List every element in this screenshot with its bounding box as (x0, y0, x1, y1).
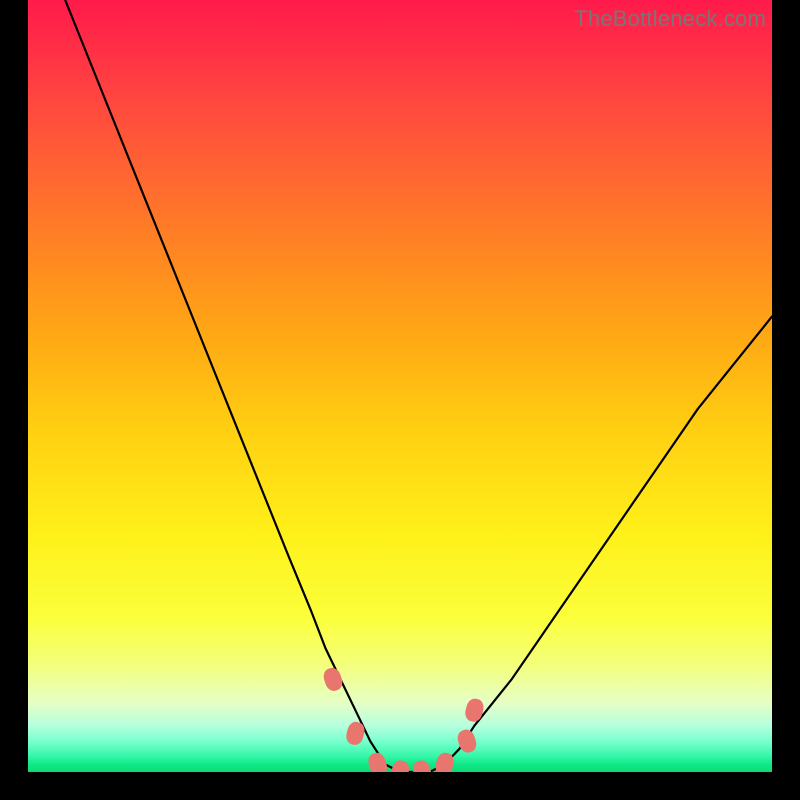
bottleneck-curve (65, 0, 772, 772)
curve-marker (322, 666, 344, 692)
curve-marker (434, 752, 455, 772)
chart-frame: TheBottleneck.com (0, 0, 800, 800)
watermark-text: TheBottleneck.com (574, 6, 766, 32)
curve-marker (464, 698, 485, 723)
chart-plot-area (28, 0, 772, 772)
curve-svg (28, 0, 772, 772)
curve-marker (367, 751, 389, 772)
marker-group (322, 666, 485, 772)
